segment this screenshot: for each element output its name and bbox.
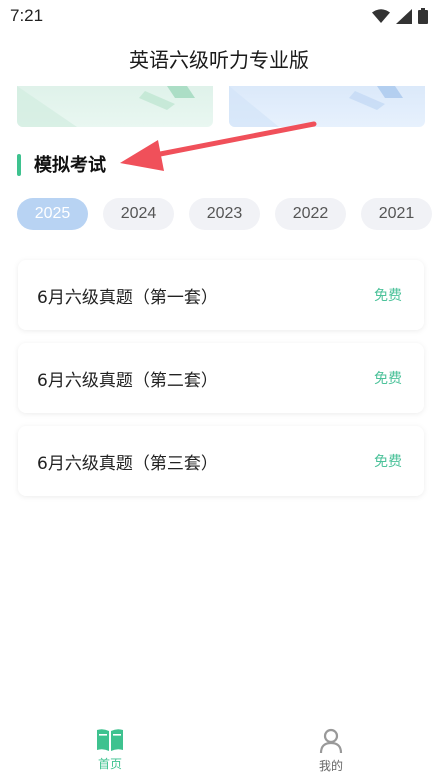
battery-icon xyxy=(418,8,428,24)
tab-home[interactable]: 首页 xyxy=(50,728,170,772)
free-badge: 免费 xyxy=(374,454,402,470)
year-chip-2024[interactable]: 2024 xyxy=(103,198,174,230)
year-chip-2022[interactable]: 2022 xyxy=(275,198,346,230)
free-badge: 免费 xyxy=(374,288,402,304)
tab-mine-label: 我的 xyxy=(318,759,343,773)
year-selector: 2025 2024 2023 2022 2021 xyxy=(17,198,432,230)
signal-icon xyxy=(396,8,412,24)
banner-right[interactable] xyxy=(229,86,425,127)
app-title: 英语六级听力专业版 xyxy=(129,48,309,72)
year-chip-2023[interactable]: 2023 xyxy=(189,198,260,230)
banner-left[interactable] xyxy=(17,86,213,127)
exam-title: 6月六级真题（第三套） xyxy=(37,453,218,474)
book-icon xyxy=(97,729,123,751)
exam-card[interactable]: 6月六级真题（第一套） 免费 xyxy=(18,260,424,330)
year-chip-2021[interactable]: 2021 xyxy=(361,198,432,230)
tab-mine[interactable]: 我的 xyxy=(271,728,391,774)
wifi-icon xyxy=(372,8,390,23)
exam-card[interactable]: 6月六级真题（第二套） 免费 xyxy=(18,343,424,413)
tab-home-label: 首页 xyxy=(97,757,122,771)
status-icons xyxy=(372,8,428,24)
free-badge: 免费 xyxy=(374,371,402,387)
bottom-tab-bar: 首页 我的 xyxy=(0,728,438,780)
status-bar: 7:21 xyxy=(0,0,438,34)
banner-left-decoration xyxy=(17,86,195,127)
exam-title: 6月六级真题（第二套） xyxy=(37,370,218,391)
exam-card[interactable]: 6月六级真题（第三套） 免费 xyxy=(18,426,424,496)
person-icon xyxy=(319,728,343,754)
banner-right-decoration xyxy=(229,86,403,127)
exam-title: 6月六级真题（第一套） xyxy=(37,287,218,308)
status-time: 7:21 xyxy=(10,6,44,25)
section-accent-bar xyxy=(17,154,21,176)
section-title: 模拟考试 xyxy=(34,155,106,176)
year-chip-2025[interactable]: 2025 xyxy=(17,198,88,230)
